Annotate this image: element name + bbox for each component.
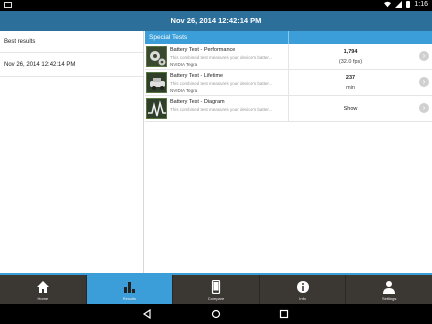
app-screen: 1:16 Nov 26, 2014 12:42:14 PM Best resul…	[0, 0, 432, 324]
test-description: This combined test measures your device'…	[170, 81, 273, 86]
test-platform: NVIDIA Tegra	[170, 62, 198, 67]
tab-info[interactable]: Info	[260, 275, 347, 304]
test-row-performance[interactable]: Battery Test - Performance This combined…	[145, 44, 432, 70]
waveform-icon	[146, 98, 167, 119]
sidebar-item-best-results[interactable]: Best results	[0, 31, 143, 53]
screenshot-notification-icon	[4, 2, 12, 8]
test-subscore: min	[346, 85, 355, 91]
bar-chart-icon	[124, 282, 136, 293]
car-icon	[146, 72, 167, 93]
results-panel: Special Tests Battery Test - Performance…	[145, 31, 432, 273]
tab-results[interactable]: Results	[86, 275, 174, 304]
person-icon	[383, 281, 396, 294]
section-title: Special Tests	[149, 34, 188, 41]
system-nav-bar	[0, 304, 432, 324]
test-score: 237	[345, 75, 356, 81]
test-title: Battery Test - Lifetime	[170, 73, 224, 79]
sidebar-item-result-date[interactable]: Nov 26, 2014 12:42:14 PM	[0, 53, 143, 77]
tab-label: Results	[122, 296, 137, 301]
battery-icon	[406, 1, 411, 8]
tab-label: Home	[37, 296, 49, 301]
tab-label: Settings	[381, 296, 397, 301]
status-time: 1:16	[414, 1, 428, 8]
gears-icon	[146, 46, 167, 67]
chevron-right-icon[interactable]: ›	[419, 103, 429, 113]
home-button-icon[interactable]	[211, 309, 221, 319]
tab-label: Compare	[207, 296, 225, 301]
test-platform: NVIDIA Tegra	[170, 88, 198, 93]
signal-icon	[395, 1, 403, 8]
test-description: This combined test measures your device'…	[170, 107, 273, 112]
tab-settings[interactable]: Settings	[346, 275, 432, 304]
show-diagram-link[interactable]: Show	[289, 106, 412, 112]
chevron-right-icon[interactable]: ›	[419, 77, 429, 87]
home-icon	[36, 281, 49, 293]
test-row-lifetime[interactable]: Battery Test - Lifetime This combined te…	[145, 70, 432, 96]
chevron-right-icon[interactable]: ›	[419, 51, 429, 61]
test-description: This combined test measures your device'…	[170, 55, 273, 60]
phone-icon	[211, 280, 221, 294]
test-subscore: (32.0 fps)	[338, 59, 363, 65]
status-bar: 1:16	[0, 0, 432, 11]
row-divider	[288, 44, 289, 70]
test-title: Battery Test - Diagram	[170, 99, 225, 105]
tab-compare[interactable]: Compare	[173, 275, 260, 304]
wifi-icon	[384, 1, 392, 8]
info-icon	[296, 281, 309, 293]
row-divider	[288, 70, 289, 96]
bottom-tab-bar: Home Results Compare Info Settings	[0, 273, 432, 304]
test-title: Battery Test - Performance	[170, 47, 236, 53]
results-sidebar: Best results Nov 26, 2014 12:42:14 PM	[0, 31, 144, 273]
tab-home[interactable]: Home	[0, 275, 87, 304]
test-row-diagram[interactable]: Battery Test - Diagram This combined tes…	[145, 96, 432, 122]
recents-icon[interactable]	[279, 309, 289, 319]
section-header: Special Tests	[145, 31, 432, 44]
tab-label: Info	[299, 296, 306, 301]
test-score: 1,794	[343, 49, 358, 55]
status-icons: 1:16	[384, 1, 428, 8]
header-divider	[288, 31, 289, 44]
back-icon[interactable]	[142, 309, 152, 319]
page-title: Nov 26, 2014 12:42:14 PM	[0, 11, 432, 31]
